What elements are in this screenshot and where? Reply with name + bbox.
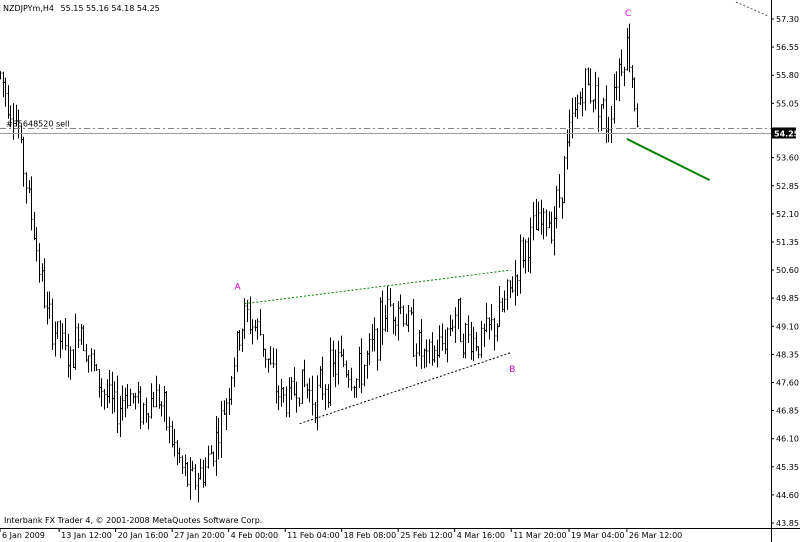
price-tick-label: 47.60 xyxy=(776,378,799,387)
price-scale: 57.30 56.55 55.80 55.05 53.60 52.85 52.10 51.35… xyxy=(771,15,799,528)
order-label: #35648520 sell xyxy=(6,120,70,129)
price-tick-label: 43.85 xyxy=(776,519,799,528)
price-tick-label: 57.30 xyxy=(776,15,799,24)
current-price-text: 54.25 xyxy=(774,130,800,139)
current-price-badge: 54.25 xyxy=(772,127,800,139)
price-tick-label: 45.35 xyxy=(776,463,799,472)
price-tick-label: 55.80 xyxy=(776,71,799,80)
time-tick-label: 4 Feb 00:00 xyxy=(231,531,278,540)
copyright-text: Interbank FX Trader 4, © 2001-2008 MetaQ… xyxy=(4,516,262,525)
wave-point-label: A xyxy=(235,283,242,293)
plot-area xyxy=(0,0,771,528)
price-tick-label: 51.35 xyxy=(776,238,799,247)
time-tick-label: 27 Jan 20:00 xyxy=(174,531,225,540)
time-tick-label: 13 Jan 12:00 xyxy=(61,531,112,540)
time-tick-label: 25 Feb 12:00 xyxy=(400,531,452,540)
time-tick-label: 20 Jan 16:00 xyxy=(118,531,169,540)
time-tick-label: 6 Jan 2009 xyxy=(2,531,45,540)
price-tick-label: 52.10 xyxy=(776,210,799,219)
time-tick-label: 4 Mar 16:00 xyxy=(457,531,505,540)
price-tick-label: 52.85 xyxy=(776,182,799,191)
chart-window: #35648520 sell ABC 57.30 56.55 55.80 55.05 5… xyxy=(0,0,800,542)
price-tick-label: 50.60 xyxy=(776,266,799,275)
ohlc-values: 55.15 55.16 54.18 54.25 xyxy=(61,4,160,13)
symbol-timeframe: NZDJPYm,H4 xyxy=(3,4,54,13)
price-tick-label: 46.85 xyxy=(776,407,799,416)
wave-point-label: B xyxy=(509,365,515,375)
price-tick-label: 44.60 xyxy=(776,491,799,500)
price-tick-label: 49.10 xyxy=(776,322,799,331)
price-tick-label: 53.60 xyxy=(776,154,799,163)
price-tick-label: 49.85 xyxy=(776,294,799,303)
price-tick-label: 55.05 xyxy=(776,99,799,108)
time-scale: 6 Jan 2009 13 Jan 12:00 20 Jan 16:00 27 Jan… xyxy=(0,528,682,540)
time-tick-label: 19 Mar 04:00 xyxy=(571,531,624,540)
time-tick-label: 11 Feb 04:00 xyxy=(287,531,339,540)
time-tick-label: 18 Feb 08:00 xyxy=(344,531,396,540)
price-chart[interactable]: #35648520 sell ABC 57.3056.5555.8055.055… xyxy=(0,0,800,542)
time-tick-label: 11 Mar 20:00 xyxy=(513,531,566,540)
price-tick-label: 48.35 xyxy=(776,350,799,359)
price-tick-label: 46.10 xyxy=(776,435,799,444)
time-tick-label: 26 Mar 12:00 xyxy=(629,531,682,540)
wave-point-label: C xyxy=(625,9,631,19)
chart-title: NZDJPYm,H4 55.15 55.16 54.18 54.25 xyxy=(3,4,160,13)
price-tick-label: 56.55 xyxy=(776,43,799,52)
